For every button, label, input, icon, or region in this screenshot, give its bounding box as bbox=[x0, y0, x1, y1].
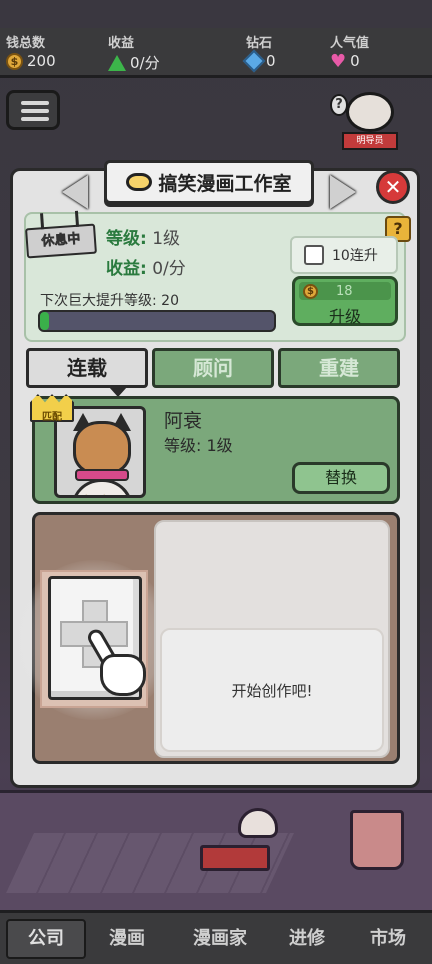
replace-button[interactable]: 替换 bbox=[292, 462, 390, 494]
ten-upgrade-toggle[interactable]: 10连升 bbox=[290, 236, 398, 274]
nav-training[interactable]: 进修 bbox=[272, 919, 342, 959]
guide-face bbox=[346, 92, 394, 132]
next-big-upgrade: 下次巨大提升等级: 20 bbox=[40, 293, 179, 309]
studio-title: 搞笑漫画工作室 bbox=[158, 172, 292, 195]
pointing-hand-icon bbox=[85, 626, 148, 702]
nav-comics[interactable]: 漫画 bbox=[92, 919, 162, 959]
upgrade-progress-bar bbox=[38, 310, 276, 332]
nav-market[interactable]: 市场 bbox=[350, 919, 426, 959]
guide-tag: 明导员 bbox=[342, 132, 398, 150]
coin-icon: $ bbox=[303, 283, 318, 299]
upgrade-cost: $ 18 bbox=[299, 282, 391, 300]
close-icon: ✕ bbox=[384, 175, 402, 199]
bucket-decoration bbox=[350, 810, 404, 870]
match-crown-badge: 匹配 bbox=[30, 394, 74, 422]
cat-scarf bbox=[75, 469, 129, 481]
upgrade-button[interactable]: $ 18 升级 bbox=[292, 276, 398, 326]
star-icon: ★ bbox=[79, 491, 93, 495]
upgrade-label: 升级 bbox=[328, 307, 361, 326]
heart-icon: ♥ bbox=[330, 50, 347, 72]
studio-income-value: 0/分 bbox=[152, 259, 186, 279]
cat-head bbox=[73, 421, 131, 475]
bottom-navigation: 公司 漫画 漫画家 进修 市场 bbox=[0, 910, 432, 964]
artist-name: 阿衰 bbox=[164, 410, 203, 432]
star-icon: ★ bbox=[97, 491, 111, 495]
menu-icon-line bbox=[21, 117, 49, 121]
tab-advisor[interactable]: 顾问 bbox=[152, 348, 274, 388]
guide-avatar[interactable]: ? 明导员 bbox=[330, 92, 398, 156]
nav-company[interactable]: 公司 bbox=[6, 919, 86, 959]
level-value: 1级 bbox=[152, 229, 181, 249]
glasses-icon bbox=[126, 173, 153, 191]
top-stats-bar: 钱总数 $ 200 收益 0/分 钻石 0 人气值 ♥ 0 bbox=[0, 28, 432, 78]
status-sign: 休息中 bbox=[25, 223, 97, 259]
income-value: 0/分 bbox=[130, 54, 160, 72]
popularity-value: 0 bbox=[350, 52, 360, 70]
progress-fill bbox=[40, 312, 50, 330]
diamond-stat: 钻石 0 bbox=[242, 32, 276, 73]
level-label: 等级: bbox=[106, 229, 147, 249]
desk-decoration bbox=[200, 845, 270, 871]
menu-icon-line bbox=[21, 109, 49, 113]
popularity-label: 人气值 bbox=[330, 36, 370, 51]
upgrade-cost-value: 18 bbox=[336, 283, 353, 299]
studio-income: 收益: 0/分 bbox=[106, 254, 186, 279]
diamond-icon bbox=[242, 49, 266, 73]
tab-serial[interactable]: 连载 bbox=[26, 348, 148, 397]
money-label: 钱总数 bbox=[6, 36, 46, 51]
artist-level: 等级: 1级 bbox=[164, 436, 233, 455]
ten-upgrade-label: 10连升 bbox=[332, 248, 378, 264]
studio-title-plate: 搞笑漫画工作室 bbox=[104, 160, 314, 204]
income-stat: 收益 0/分 bbox=[108, 32, 160, 73]
money-stat: 钱总数 $ 200 bbox=[6, 32, 56, 70]
studio-level: 等级: 1级 bbox=[106, 224, 180, 249]
close-button[interactable]: ✕ bbox=[376, 170, 410, 204]
next-studio-arrow-icon[interactable] bbox=[330, 175, 356, 209]
coin-icon: $ bbox=[6, 52, 23, 70]
income-label: 收益 bbox=[108, 36, 135, 51]
diamond-label: 钻石 bbox=[246, 36, 273, 51]
diamond-value: 0 bbox=[266, 52, 276, 70]
prev-studio-arrow-icon[interactable] bbox=[62, 175, 88, 209]
menu-button[interactable] bbox=[6, 90, 60, 130]
ten-upgrade-checkbox[interactable] bbox=[304, 245, 324, 265]
popularity-stat: 人气值 ♥ 0 bbox=[330, 32, 369, 70]
menu-icon-line bbox=[21, 101, 49, 105]
money-value: 200 bbox=[27, 52, 56, 70]
studio-income-label: 收益: bbox=[106, 259, 147, 279]
start-creating-prompt: 开始创作吧! bbox=[160, 628, 384, 752]
tab-rebuild[interactable]: 重建 bbox=[278, 348, 400, 388]
cat-body bbox=[71, 479, 133, 495]
arrow-up-icon bbox=[108, 54, 126, 71]
hand-palm bbox=[100, 654, 146, 696]
nav-artists[interactable]: 漫画家 bbox=[172, 919, 268, 959]
